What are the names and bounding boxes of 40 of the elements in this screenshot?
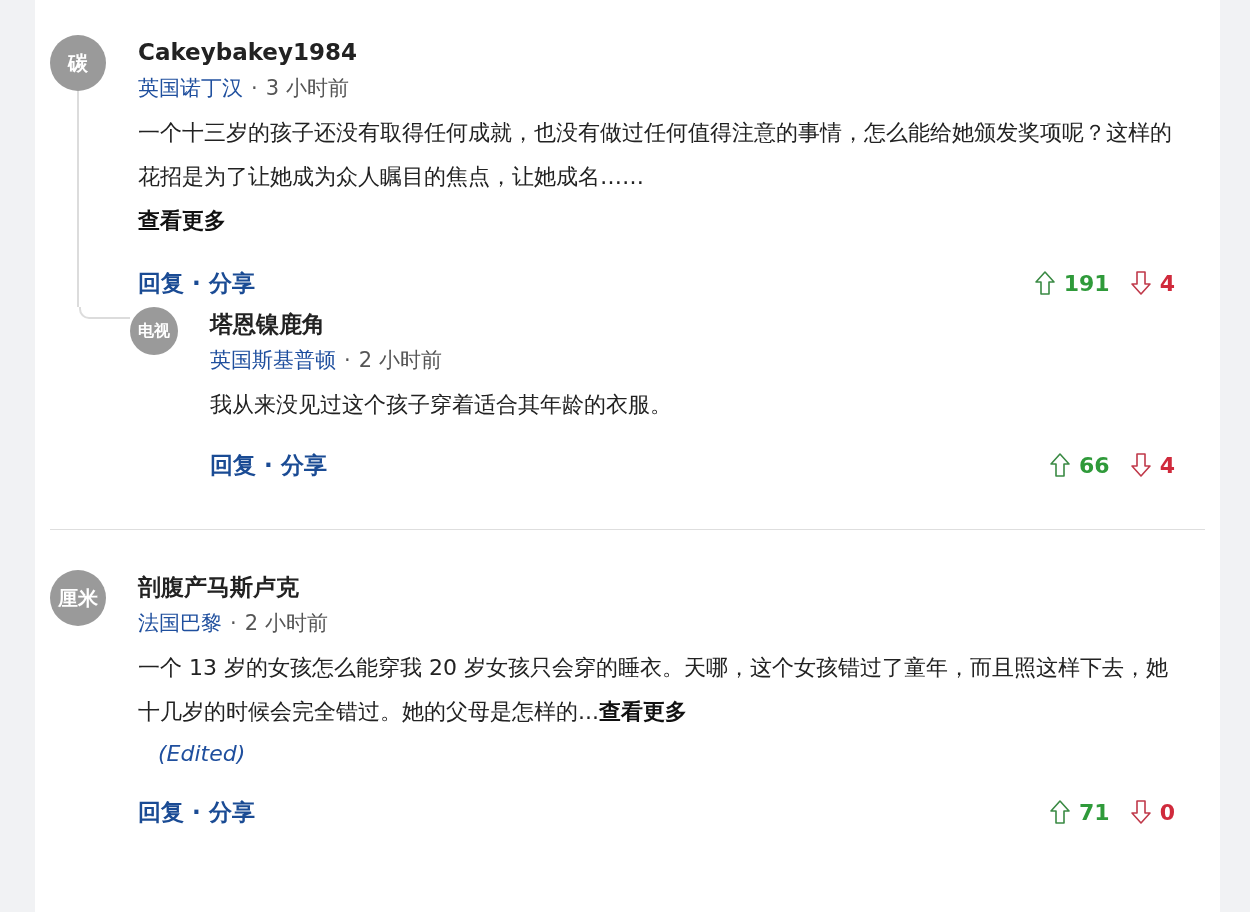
reply-link[interactable]: 回复 bbox=[138, 267, 184, 299]
edited-label: (Edited) bbox=[158, 740, 246, 768]
author-name[interactable]: 塔恩镍鹿角 bbox=[210, 307, 325, 341]
reply-link[interactable]: 回复 bbox=[210, 449, 256, 481]
separator-dot: · bbox=[344, 347, 351, 374]
downvote-count: 4 bbox=[1159, 452, 1175, 478]
timestamp: 3 小时前 bbox=[265, 75, 349, 102]
share-link[interactable]: 分享 bbox=[208, 796, 255, 828]
see-more-link[interactable]: 查看更多 bbox=[138, 208, 226, 233]
upvote-count: 66 bbox=[1079, 452, 1110, 478]
upvote-icon[interactable] bbox=[1033, 270, 1056, 296]
share-link[interactable]: 分享 bbox=[280, 449, 327, 481]
timestamp: 2 小时前 bbox=[358, 347, 442, 374]
downvote-icon[interactable] bbox=[1129, 270, 1152, 296]
reply-link[interactable]: 回复 bbox=[138, 796, 184, 828]
location-text: 英国斯基普顿 bbox=[210, 347, 336, 374]
downvote-count: 0 bbox=[1159, 799, 1175, 825]
author-name[interactable]: Cakeybakey1984 bbox=[138, 35, 357, 69]
author-name[interactable]: 剖腹产马斯卢克 bbox=[138, 570, 299, 604]
separator-dot: · bbox=[264, 452, 273, 478]
separator-dot: · bbox=[230, 610, 237, 637]
separator-dot: · bbox=[251, 75, 258, 102]
location-text: 英国诺丁汉 bbox=[138, 75, 243, 102]
downvote-icon[interactable] bbox=[1129, 452, 1152, 478]
separator-dot: · bbox=[192, 799, 201, 825]
upvote-icon[interactable] bbox=[1049, 452, 1072, 478]
location-text: 法国巴黎 bbox=[138, 610, 222, 637]
comment-text: 一个 13 岁的女孩怎么能穿我 20 岁女孩只会穿的睡衣。天哪，这个女孩错过了童年，而且照这样下去，她十几岁的时候会完全错过。她的父母是怎样的...查看更多 bbox=[138, 654, 1169, 726]
upvote-count: 71 bbox=[1079, 799, 1110, 825]
downvote-count: 4 bbox=[1159, 270, 1175, 296]
downvote-icon[interactable] bbox=[1129, 799, 1152, 825]
comment-text: 我从来没见过这个孩子穿着适合其年龄的衣服。 bbox=[210, 391, 673, 419]
upvote-icon[interactable] bbox=[1049, 799, 1072, 825]
upvote-count: 191 bbox=[1063, 270, 1110, 296]
thread-connector bbox=[79, 307, 130, 319]
see-more-link[interactable]: 查看更多 bbox=[599, 699, 687, 724]
timestamp: 2 小时前 bbox=[244, 610, 328, 637]
separator-dot: · bbox=[192, 270, 201, 296]
comment-text: 一个十三岁的孩子还没有取得任何成就，也没有做过任何值得注意的事情，怎么能给她颁发奖项呢？这样的花招是为了让她成为众人瞩目的焦点，让她成名…… bbox=[138, 119, 1173, 191]
share-link[interactable]: 分享 bbox=[208, 267, 255, 299]
